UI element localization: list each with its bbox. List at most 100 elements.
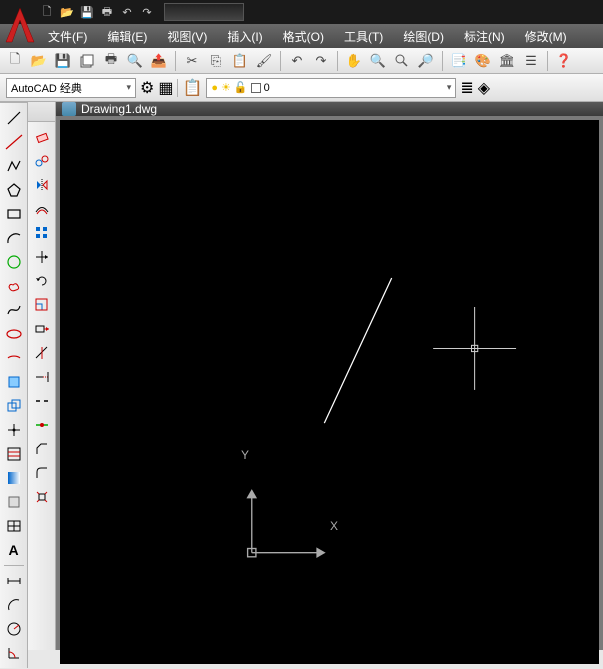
stretch-tool-icon[interactable] [31,318,53,340]
gradient-tool-icon[interactable] [3,467,25,489]
menu-draw[interactable]: 绘图(D) [393,25,454,48]
drawn-line[interactable] [324,278,391,423]
dim-arc-icon[interactable] [3,594,25,616]
rectangle-tool-icon[interactable] [3,203,25,225]
chamfer-tool-icon[interactable] [31,438,53,460]
copy-tool-icon[interactable] [31,150,53,172]
print-icon[interactable]: 🖶 [100,50,122,72]
make-block-tool-icon[interactable] [3,395,25,417]
pan-icon[interactable]: ✋ [343,50,365,72]
explode-tool-icon[interactable] [31,486,53,508]
document-icon [62,102,76,116]
drawing-canvas[interactable]: X Y [60,120,599,664]
fillet-tool-icon[interactable] [31,462,53,484]
help-icon[interactable]: ❓ [553,50,575,72]
qat-undo-icon[interactable]: ↶ [118,3,136,21]
qat-redo-icon[interactable]: ↷ [138,3,156,21]
polyline-tool-icon[interactable] [3,155,25,177]
zoom-window-icon[interactable] [391,50,413,72]
sheet-set-icon[interactable]: 📑 [448,50,470,72]
redo-icon[interactable]: ↷ [310,50,332,72]
revcloud-tool-icon[interactable] [3,275,25,297]
rotate-tool-icon[interactable] [31,270,53,292]
workspace-select[interactable]: AutoCAD 经典 ▾ [6,78,136,98]
menu-file[interactable]: 文件(F) [38,25,97,48]
qat-save-icon[interactable]: 💾 [78,3,96,21]
hatch-tool-icon[interactable] [3,443,25,465]
xline-tool-icon[interactable] [3,131,25,153]
circle-tool-icon[interactable] [3,251,25,273]
layer-panel-icon[interactable]: 📋 [182,78,202,98]
extend-tool-icon[interactable] [31,366,53,388]
publish-icon[interactable]: 📤 [148,50,170,72]
dim-angular-icon[interactable] [3,642,25,664]
document-titlebar[interactable]: Drawing1.dwg [56,102,603,116]
point-tool-icon[interactable] [3,419,25,441]
mirror-tool-icon[interactable] [31,174,53,196]
qat-open-icon[interactable]: 📂 [58,3,76,21]
qat-new-icon[interactable]: 🗋 [38,3,56,21]
table-tool-icon[interactable] [3,515,25,537]
ucs-icon [248,490,325,556]
menu-dimension[interactable]: 标注(N) [454,25,515,48]
app-logo[interactable] [4,4,36,44]
scale-tool-icon[interactable] [31,294,53,316]
menu-insert[interactable]: 插入(I) [217,25,272,48]
join-tool-icon[interactable] [31,414,53,436]
paste-icon[interactable]: 📋 [229,50,251,72]
zoom-realtime-icon[interactable]: 🔍 [367,50,389,72]
offset-tool-icon[interactable] [31,198,53,220]
gear-icon[interactable]: ⚙ [140,78,154,98]
trim-tool-icon[interactable] [31,342,53,364]
menu-view[interactable]: 视图(V) [157,25,217,48]
menu-tools[interactable]: 工具(T) [334,25,393,48]
array-tool-icon[interactable] [31,222,53,244]
region-tool-icon[interactable] [3,491,25,513]
polygon-tool-icon[interactable] [3,179,25,201]
save-icon[interactable]: 💾 [52,50,74,72]
dim-radius-icon[interactable] [3,618,25,640]
layer-lock-icon: 🔓 [234,81,248,94]
move-tool-icon[interactable] [31,246,53,268]
arc-tool-icon[interactable] [3,227,25,249]
menu-modify[interactable]: 修改(M) [515,25,577,48]
layer-iso-icon[interactable]: ◈ [478,78,490,98]
open-icon[interactable]: 📂 [28,50,50,72]
layer-select[interactable]: ● ☀ 🔓 0 ▾ [206,78,456,98]
line-tool-icon[interactable] [3,107,25,129]
copy-icon[interactable]: ⎘ [205,50,227,72]
qat-print-icon[interactable]: 🖶 [98,3,116,21]
text-tool-icon[interactable]: A [3,539,25,561]
properties-icon[interactable]: ☰ [520,50,542,72]
insert-block-tool-icon[interactable] [3,371,25,393]
design-center-icon[interactable]: 🏛 [496,50,518,72]
zoom-prev-icon[interactable]: 🔎 [415,50,437,72]
layer-states-icon[interactable]: ≣ [460,78,473,98]
undo-icon[interactable]: ↶ [286,50,308,72]
layer-name: 0 [264,82,270,94]
draw-toolbar: A [0,103,28,668]
standard-toolbar: 🗋 📂 💾 🖶 🔍 📤 ✂ ⎘ 📋 🖌 ↶ ↷ ✋ 🔍 🔎 📑 🎨 🏛 ☰ ❓ [0,48,603,74]
modify-toolbar [28,122,56,650]
ellipse-arc-tool-icon[interactable] [3,347,25,369]
spline-tool-icon[interactable] [3,299,25,321]
chevron-down-icon: ▾ [126,82,131,93]
title-bar: 🗋 📂 💾 🖶 ↶ ↷ [0,0,603,24]
toolbar-grip[interactable] [28,102,56,122]
break-tool-icon[interactable] [31,390,53,412]
layer-on-icon: ● [211,82,218,94]
ellipse-tool-icon[interactable] [3,323,25,345]
saveall-icon[interactable] [76,50,98,72]
new-icon[interactable]: 🗋 [4,50,26,72]
menu-edit[interactable]: 编辑(E) [97,25,157,48]
erase-tool-icon[interactable] [31,126,53,148]
menu-bar: 文件(F) 编辑(E) 视图(V) 插入(I) 格式(O) 工具(T) 绘图(D… [0,24,603,48]
tool-palette-icon[interactable]: 🎨 [472,50,494,72]
cut-icon[interactable]: ✂ [181,50,203,72]
workspace-switch-icon[interactable]: ▦ [158,78,173,98]
quick-access-toolbar: 🗋 📂 💾 🖶 ↶ ↷ [38,3,156,21]
preview-icon[interactable]: 🔍 [124,50,146,72]
dim-linear-icon[interactable] [3,570,25,592]
menu-format[interactable]: 格式(O) [273,25,334,48]
match-prop-icon[interactable]: 🖌 [253,50,275,72]
